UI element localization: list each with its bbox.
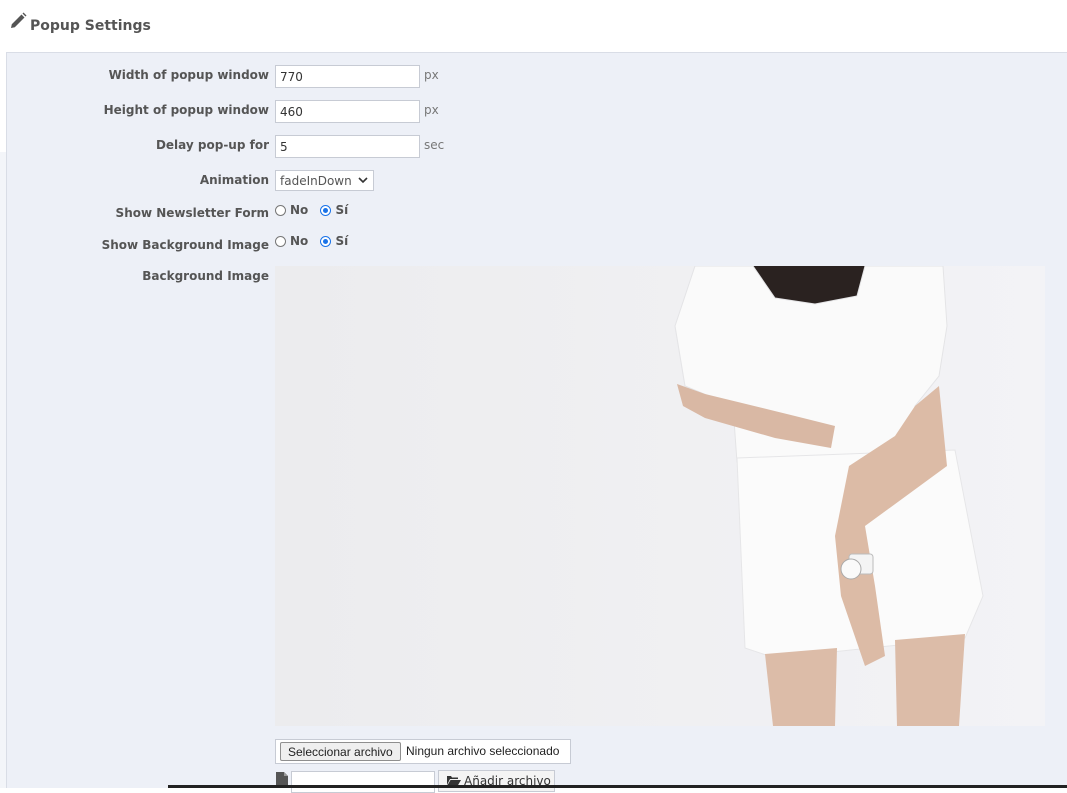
animation-label: Animation <box>199 173 269 187</box>
radio-button[interactable] <box>320 205 332 216</box>
pencil-icon <box>11 12 27 28</box>
width-input[interactable]: 770 <box>275 65 420 88</box>
height-label: Height of popup window <box>103 103 269 117</box>
newsletter-no-label: No <box>290 203 309 217</box>
chevron-down-icon <box>358 177 368 184</box>
file-chooser[interactable]: Seleccionar archivo Ningun archivo selec… <box>275 739 571 764</box>
file-icon <box>276 772 288 786</box>
file-name-input[interactable] <box>291 771 435 793</box>
bg-image-label: Background Image <box>142 269 269 283</box>
animation-selected: fadeInDown <box>280 174 352 188</box>
newsletter-radio-group: No Sí <box>275 203 356 219</box>
background-image-preview <box>275 266 1045 726</box>
width-label: Width of popup window <box>108 68 269 82</box>
delay-label: Delay pop-up for <box>155 138 269 152</box>
radio-button[interactable] <box>275 236 286 247</box>
show-bg-yes-option[interactable]: Sí <box>320 234 348 248</box>
show-bg-label: Show Background Image <box>101 238 269 252</box>
show-bg-no-label: No <box>290 234 309 248</box>
newsletter-yes-label: Sí <box>335 203 349 217</box>
height-input[interactable]: 460 <box>275 100 420 123</box>
select-file-button[interactable]: Seleccionar archivo <box>280 742 401 761</box>
section-header: Popup Settings <box>0 0 1067 52</box>
section-title: Popup Settings <box>30 18 151 34</box>
animation-select[interactable]: fadeInDown <box>275 170 374 191</box>
width-unit: px <box>424 68 439 82</box>
radio-button[interactable] <box>275 205 286 216</box>
model-photo <box>275 266 1045 726</box>
file-status: Ningun archivo seleccionado <box>406 744 560 758</box>
show-bg-yes-label: Sí <box>335 234 349 248</box>
newsletter-no-option[interactable]: No <box>275 203 308 217</box>
height-unit: px <box>424 103 439 117</box>
add-file-button[interactable]: Añadir archivo <box>438 770 555 792</box>
show-bg-radio-group: No Sí <box>275 234 356 250</box>
delay-input[interactable]: 5 <box>275 135 420 158</box>
newsletter-yes-option[interactable]: Sí <box>320 203 348 217</box>
radio-button[interactable] <box>320 236 332 247</box>
delay-unit: sec <box>424 138 445 152</box>
newsletter-label: Show Newsletter Form <box>115 206 269 220</box>
show-bg-no-option[interactable]: No <box>275 234 308 248</box>
